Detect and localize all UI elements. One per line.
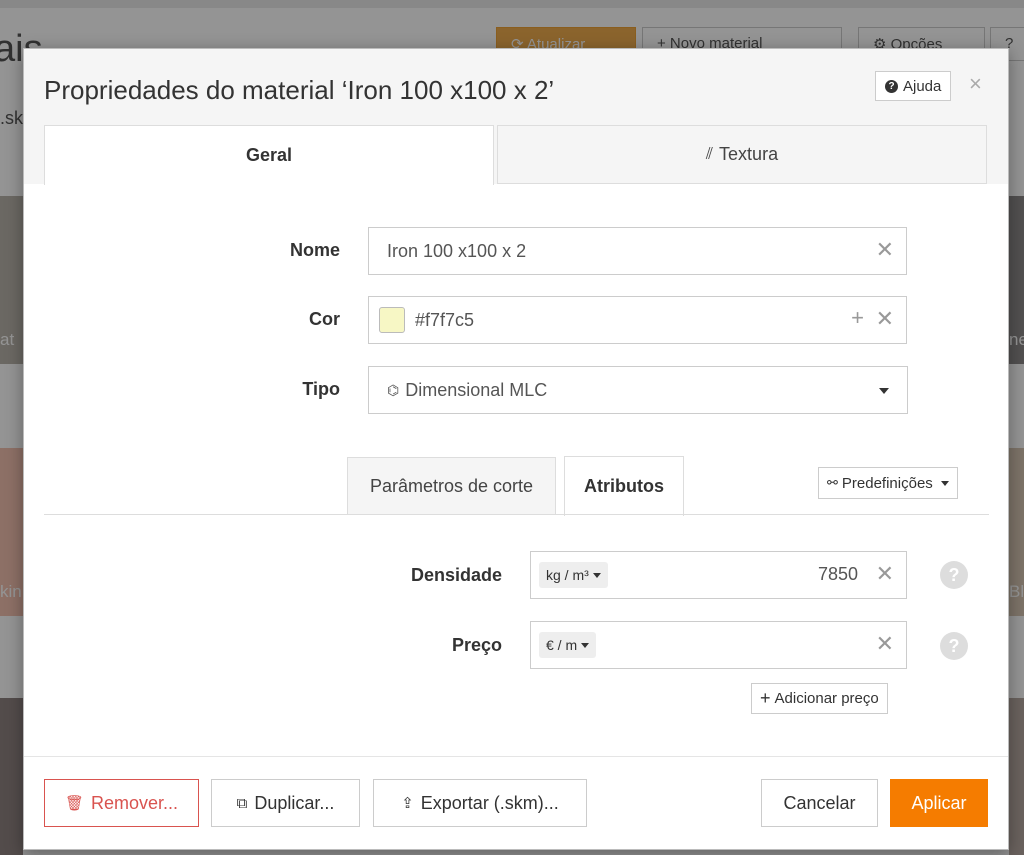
density-help-icon[interactable]: ?	[940, 561, 968, 589]
plus-icon[interactable]: +	[851, 307, 864, 329]
presets-label: Predefinições	[841, 474, 933, 492]
apply-button[interactable]: Aplicar	[890, 779, 988, 827]
clear-icon[interactable]: ✕	[876, 308, 894, 330]
clear-icon[interactable]: ✕	[876, 239, 894, 261]
export-label: Exportar (.skm)...	[420, 792, 559, 813]
name-value: Iron 100 x100 x 2	[387, 240, 527, 261]
close-icon[interactable]: ×	[969, 71, 982, 97]
cancel-button[interactable]: Cancelar	[761, 779, 878, 827]
texture-icon: ⫽	[705, 145, 714, 163]
density-label: Densidade	[410, 565, 502, 585]
remove-button[interactable]: 🗑 Remover...	[44, 779, 199, 827]
presets-dropdown-button[interactable]: ⚯ Predefinições	[818, 467, 958, 499]
color-label: Cor	[309, 309, 340, 329]
density-field[interactable]: kg / m³ 7850 ✕	[530, 551, 907, 599]
price-label: Preço	[451, 635, 502, 655]
price-help-icon[interactable]: ?	[940, 632, 968, 660]
tab-label: Atributos	[584, 476, 664, 496]
clear-icon[interactable]: ✕	[876, 563, 894, 585]
tab-textura[interactable]: ⫽ Textura	[497, 125, 987, 184]
tab-cutting-parameters[interactable]: Parâmetros de corte	[347, 457, 556, 515]
clear-icon[interactable]: ✕	[876, 633, 894, 655]
material-properties-dialog: Propriedades do material ‘Iron 100 x100 …	[23, 48, 1009, 850]
price-unit-dropdown[interactable]: € / m	[539, 632, 597, 658]
name-label: Nome	[289, 240, 340, 260]
color-value: #f7f7c5	[415, 309, 475, 330]
dialog-header: Propriedades do material ‘Iron 100 x100 …	[24, 49, 1008, 185]
name-field[interactable]: Iron 100 x100 x 2 ✕	[368, 227, 907, 275]
question-circle-icon: ?	[885, 79, 898, 93]
tab-divider	[44, 514, 989, 515]
copy-icon: ⧉	[236, 794, 248, 812]
add-price-button[interactable]: + Adicionar preço	[751, 683, 888, 714]
color-swatch[interactable]	[379, 307, 405, 333]
plus-icon: +	[760, 688, 771, 708]
help-button[interactable]: ? Ajuda	[875, 71, 952, 101]
remove-label: Remover...	[91, 792, 179, 813]
tab-label: Geral	[245, 145, 293, 165]
unit-label: kg / m³	[546, 567, 589, 583]
unit-label: € / m	[546, 637, 578, 653]
tab-label: Textura	[719, 144, 779, 164]
price-field[interactable]: € / m ✕	[530, 621, 907, 669]
chevron-down-icon	[592, 572, 601, 578]
tab-attributes[interactable]: Atributos	[564, 456, 684, 516]
type-select[interactable]: ⌬ Dimensional MLC	[368, 366, 908, 414]
type-label: Tipo	[302, 379, 340, 399]
beam-icon: ⌬	[387, 381, 400, 398]
duplicate-label: Duplicar...	[254, 792, 335, 813]
tab-geral[interactable]: Geral	[44, 125, 494, 185]
density-value: 7850	[817, 564, 858, 584]
footer-divider	[24, 756, 1008, 757]
add-price-label: Adicionar preço	[774, 690, 879, 707]
export-button[interactable]: ⇪ Exportar (.skm)...	[373, 779, 587, 827]
duplicate-button[interactable]: ⧉ Duplicar...	[211, 779, 360, 827]
help-label: Ajuda	[903, 77, 942, 95]
chevron-down-icon	[581, 642, 590, 648]
presets-icon: ⚯	[827, 475, 838, 490]
density-unit-dropdown[interactable]: kg / m³	[539, 562, 608, 588]
tab-label: Parâmetros de corte	[369, 475, 534, 496]
color-field[interactable]: #f7f7c5 + ✕	[368, 296, 907, 344]
trash-icon: 🗑	[64, 795, 84, 812]
chevron-down-icon	[879, 388, 889, 394]
chevron-down-icon	[940, 480, 949, 486]
share-icon: ⇪	[401, 795, 414, 812]
type-value: Dimensional MLC	[405, 379, 548, 400]
dialog-title: Propriedades do material ‘Iron 100 x100 …	[44, 75, 555, 105]
